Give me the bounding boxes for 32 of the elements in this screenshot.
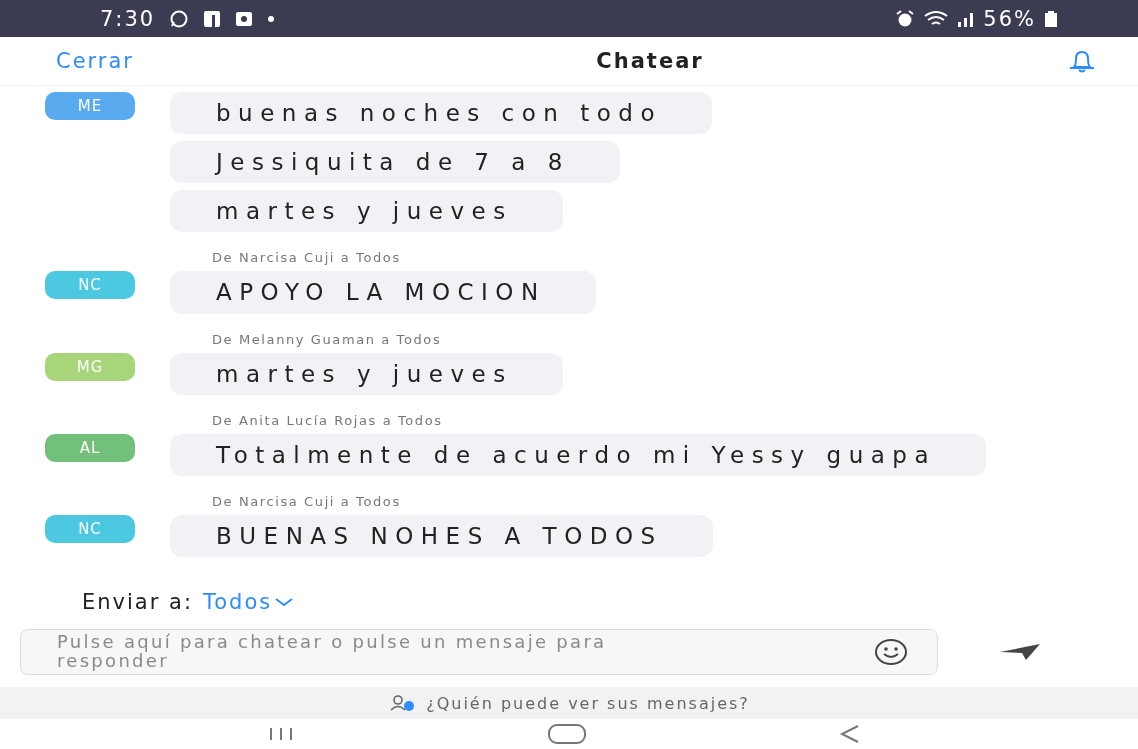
- chat-bubble-icon: [169, 8, 190, 29]
- avatar-initials: NC: [45, 271, 135, 300]
- battery-icon: [1044, 9, 1058, 28]
- avatar-initials: ME: [45, 92, 135, 120]
- send-to-label: Enviar a:: [82, 590, 193, 614]
- sender-line: De Anita Lucía Rojas a Todos: [212, 412, 444, 428]
- chevron-down-icon: [274, 597, 295, 607]
- smiley-icon[interactable]: [874, 637, 908, 667]
- clock-time: 7:30: [100, 6, 156, 31]
- sender-line: De Narcisa Cuji a Todos: [212, 250, 402, 266]
- message-bubble[interactable]: APOYO LA MOCION: [170, 271, 596, 314]
- avatar-initials: NC: [45, 514, 135, 543]
- wifi-icon: [923, 9, 950, 28]
- message-bubble[interactable]: martes y jueves: [170, 352, 563, 395]
- square-app-icon: [235, 9, 254, 28]
- avatar-initials: AL: [45, 433, 135, 462]
- home-icon[interactable]: [547, 723, 587, 745]
- alarm-icon: [895, 9, 916, 28]
- message-input[interactable]: Pulse aquí para chatear o pulse un mensaje para responder: [20, 629, 938, 675]
- battery-percent: 56%: [983, 6, 1036, 31]
- screen-title: Chatear: [596, 49, 704, 73]
- square-app-icon: [203, 9, 222, 28]
- dot-icon: [267, 14, 276, 23]
- message-bubble[interactable]: BUENAS NOHES A TODOS: [170, 514, 713, 557]
- message-bubble[interactable]: martes y jueves: [170, 190, 563, 233]
- message-bubble[interactable]: buenas noches con todo: [170, 92, 712, 135]
- message-bubble[interactable]: Totalmente de acuerdo mi Yessy guapa: [170, 433, 986, 476]
- visibility-link[interactable]: ¿Quién puede ver sus mensajes?: [426, 693, 750, 713]
- avatar-initials: MG: [45, 352, 135, 381]
- sender-line: De Melanny Guaman a Todos: [212, 331, 443, 347]
- message-bubble[interactable]: Jessiquita de 7 a 8: [170, 141, 620, 184]
- sender-line: De Narcisa Cuji a Todos: [212, 493, 402, 509]
